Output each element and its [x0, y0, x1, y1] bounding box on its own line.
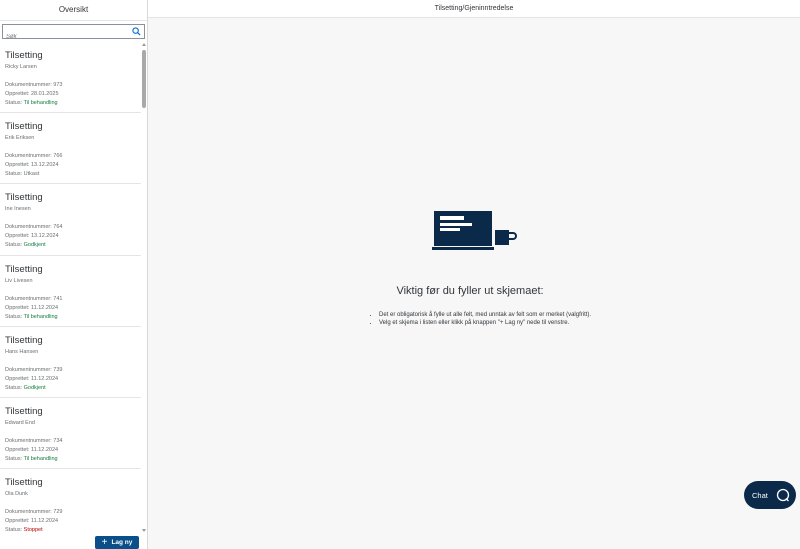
status-badge: Til behandling [23, 455, 58, 462]
item-status-label: Status: [5, 384, 24, 391]
status-badge: Utkast [23, 171, 40, 178]
plus-icon: + [101, 536, 108, 548]
item-status-label: Status: [5, 527, 24, 534]
laptop-coffee-illustration [432, 211, 517, 250]
search-field[interactable] [2, 24, 145, 44]
list-item[interactable]: Tilsetting Ine Inesen Dokumentnummer: 764 O… [0, 184, 141, 256]
list-item[interactable]: Tilsetting Ola Dunk Dokumentnummer: 729 Opp… [0, 469, 141, 534]
instruction-item: Velg et skjema i listen eller klikk på k… [379, 319, 604, 327]
item-document-number: Dokumentnummer: 734 [5, 437, 63, 444]
item-created-date: Opprettet: 11.12.2024 [5, 304, 59, 311]
item-status: Status: Godkjent [5, 384, 141, 393]
item-status: Status: Til behandling [5, 455, 141, 464]
status-badge: Stoppet [23, 527, 43, 534]
instructions-list: Det er obligatorisk å fylle ut alle felt… [369, 311, 604, 327]
item-person-name: Ola Dunk [5, 491, 28, 498]
item-created-date: Opprettet: 13.12.2024 [5, 233, 59, 240]
item-person-name: Erik Eriksen [5, 135, 35, 142]
item-status-label: Status: [5, 100, 24, 106]
item-person-name: Hans Hansen [5, 348, 39, 355]
scroll-up-arrow-icon[interactable] [142, 43, 146, 46]
item-status-label: Status: [5, 242, 24, 249]
item-status: Status: Stoppet [5, 526, 141, 534]
scroll-down-arrow-icon[interactable] [142, 529, 146, 532]
scroll-thumb[interactable] [142, 50, 146, 108]
item-person-name: Liv Livesen [5, 277, 33, 284]
new-button-label: Lag ny [111, 539, 133, 546]
search-icon[interactable] [132, 27, 141, 36]
list-scrollbar[interactable] [141, 42, 147, 534]
list-item[interactable]: Tilsetting Erik Eriksen Dokumentnummer: 76… [0, 113, 141, 185]
chat-button[interactable]: Chat [744, 481, 796, 509]
item-document-number: Dokumentnummer: 741 [5, 295, 63, 302]
sidebar: Oversikt Tilsetting Ricky Larsen Dokumentn… [0, 0, 148, 549]
item-document-number: Dokumentnummer: 766 [5, 153, 63, 160]
item-created-date: Opprettet: 11.12.2024 [5, 446, 59, 453]
list-item[interactable]: Tilsetting Ricky Larsen Dokumentnummer: 97… [0, 42, 141, 114]
item-created-date: Opprettet: 11.12.2024 [5, 518, 59, 525]
item-status: Status: Godkjent [5, 241, 141, 250]
item-title: Tilsetting [5, 405, 43, 417]
item-document-number: Dokumentnummer: 739 [5, 366, 63, 373]
item-document-number: Dokumentnummer: 729 [5, 509, 63, 516]
sidebar-title: Oversikt [0, 0, 147, 21]
new-document-button[interactable]: + Lag ny [95, 536, 139, 549]
item-status: Status: Til behandling [5, 99, 141, 108]
item-created-date: Opprettet: 28.01.2025 [5, 91, 59, 97]
page-title: Tilsetting/Gjeninntredelse [148, 0, 800, 18]
status-badge: Til behandling [23, 100, 58, 106]
item-person-name: Ricky Larsen [5, 64, 37, 70]
message-title: Viktig før du fyller ut skjemaet: [396, 285, 544, 297]
chat-bubble-icon [776, 488, 789, 502]
item-person-name: Edward End [5, 419, 35, 426]
item-title: Tilsetting [5, 192, 43, 204]
item-title: Tilsetting [5, 263, 43, 275]
item-status-label: Status: [5, 171, 24, 178]
item-created-date: Opprettet: 11.12.2024 [5, 375, 59, 382]
item-status: Status: Til behandling [5, 313, 141, 322]
item-status: Status: Utkast [5, 170, 141, 179]
item-created-date: Opprettet: 13.12.2024 [5, 162, 59, 169]
item-document-number: Dokumentnummer: 764 [5, 224, 63, 231]
item-status-label: Status: [5, 455, 24, 462]
document-list: Tilsetting Ricky Larsen Dokumentnummer: 97… [0, 42, 141, 534]
item-title: Tilsetting [5, 50, 43, 61]
item-person-name: Ine Inesen [5, 206, 31, 213]
item-document-number: Dokumentnummer: 973 [5, 82, 63, 88]
item-title: Tilsetting [5, 334, 43, 346]
item-title: Tilsetting [5, 121, 43, 133]
status-badge: Godkjent [23, 242, 46, 249]
status-badge: Godkjent [23, 384, 46, 391]
list-item[interactable]: Tilsetting Liv Livesen Dokumentnummer: 741… [0, 256, 141, 327]
list-item[interactable]: Tilsetting Edward End Dokumentnummer: 734 O… [0, 398, 141, 470]
chat-label: Chat [752, 490, 768, 500]
item-status-label: Status: [5, 313, 24, 320]
instruction-item: Det er obligatorisk å fylle ut alle felt… [379, 311, 604, 319]
list-item[interactable]: Tilsetting Hans Hansen Dokumentnummer: 739… [0, 327, 141, 398]
item-title: Tilsetting [5, 477, 43, 489]
status-badge: Til behandling [23, 313, 58, 320]
